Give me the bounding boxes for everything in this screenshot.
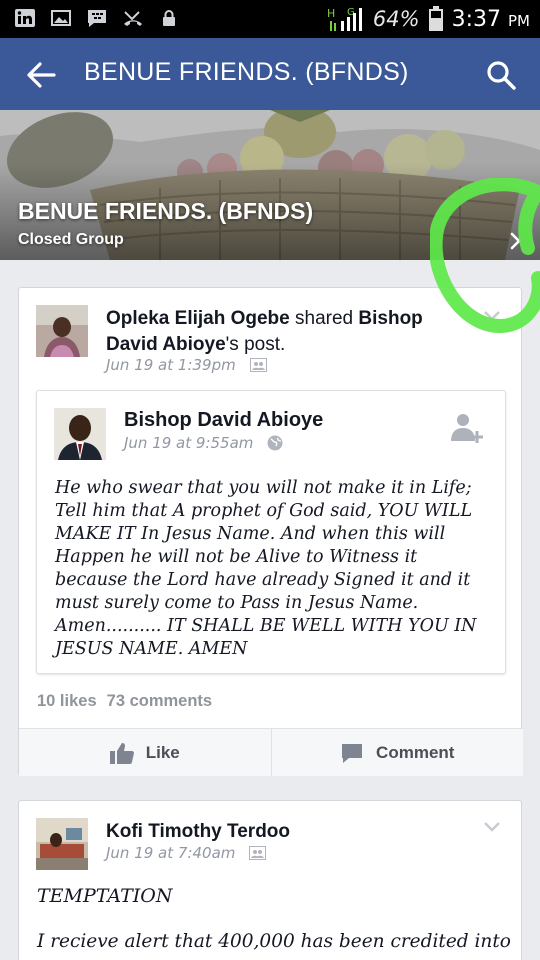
like-button[interactable]: Like [19, 729, 271, 776]
add-friend-icon[interactable] [449, 411, 485, 447]
post-timestamp[interactable]: Jun 19 at 1:39pm [106, 356, 236, 374]
status-bar: H G 64% 3:37 PM [0, 0, 540, 38]
app-bar: BENUE FRIENDS. (BFNDS) [0, 38, 540, 110]
battery-percent: 64% [372, 7, 420, 31]
globe-icon [267, 435, 283, 451]
linkedin-icon [15, 9, 35, 27]
post-author[interactable]: Kofi Timothy Terdoo [106, 819, 476, 845]
post-counts: 10 likes 73 comments [37, 692, 212, 711]
search-icon[interactable] [484, 58, 518, 92]
gallery-icon [51, 10, 71, 26]
chevron-down-icon[interactable] [483, 821, 501, 833]
post-body-text: I recieve alert that 400,000 has been cr… [37, 931, 511, 952]
shared-author-avatar[interactable] [54, 408, 106, 460]
group-audience-icon [249, 846, 267, 860]
post-author[interactable]: Opleka Elijah Ogebe [106, 308, 290, 329]
post-action-text: shared [289, 308, 359, 329]
shared-post-text: He who swear that you will not make it i… [55, 478, 477, 659]
post-timestamp[interactable]: Jun 19 at 7:40am [106, 844, 235, 862]
post-card: Kofi Timothy Terdoo Jun 19 at 7:40am TEM… [18, 800, 522, 960]
network-type-label: H [327, 7, 335, 20]
post-actions: Like Comment [19, 728, 523, 776]
post-meta: Jun 19 at 1:39pm [106, 356, 267, 374]
thumbs-up-icon [109, 742, 134, 764]
post-header: Opleka Elijah Ogebe shared Bishop David … [106, 306, 476, 358]
avatar[interactable] [36, 305, 88, 357]
signal-icon: H G [327, 7, 362, 31]
green-annotation-mark [430, 178, 540, 333]
clock-ampm: PM [508, 11, 530, 30]
app-bar-title: BENUE FRIENDS. (BFNDS) [84, 58, 409, 86]
bbm-icon [88, 10, 106, 27]
back-arrow-icon[interactable] [24, 58, 58, 92]
like-label: Like [145, 742, 180, 762]
shared-post[interactable]: Bishop David Abioye Jun 19 at 9:55am He … [36, 390, 506, 674]
clock: 3:37 PM [452, 7, 530, 32]
comment-icon [342, 743, 363, 763]
post-suffix-text: 's post. [225, 334, 286, 355]
group-privacy: Closed Group [18, 231, 124, 248]
group-audience-icon [249, 358, 267, 372]
clock-time: 3:37 [451, 6, 501, 32]
group-name: BENUE FRIENDS. (BFNDS) [18, 198, 314, 224]
post-meta: Jun 19 at 7:40am [106, 844, 267, 862]
comment-button[interactable]: Comment [270, 729, 524, 776]
shared-author[interactable]: Bishop David Abioye [124, 409, 323, 432]
battery-icon [428, 6, 443, 31]
shared-timestamp[interactable]: Jun 19 at 9:55am [124, 434, 253, 452]
shared-meta: Jun 19 at 9:55am [124, 434, 283, 452]
avatar[interactable] [36, 818, 88, 870]
lock-icon [163, 10, 175, 26]
post-card: Opleka Elijah Ogebe shared Bishop David … [18, 287, 523, 776]
post-title-text: TEMPTATION [37, 885, 173, 907]
comment-label: Comment [376, 742, 455, 762]
likes-count[interactable]: 10 likes [37, 692, 97, 711]
comments-count[interactable]: 73 comments [107, 692, 212, 711]
missed-call-icon [124, 11, 142, 26]
